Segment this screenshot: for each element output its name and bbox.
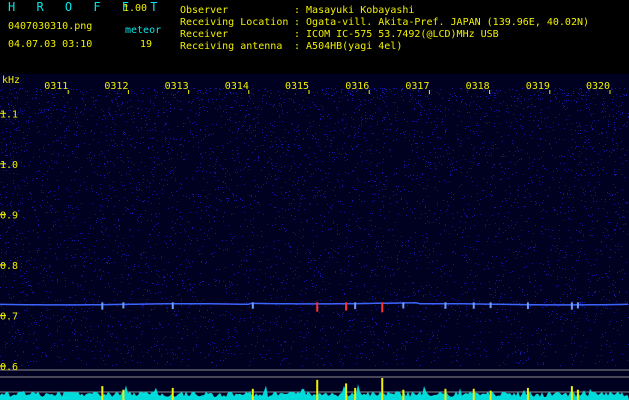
- antenna-label: Receiving antenna: [180, 41, 283, 52]
- meteor-echo: [354, 302, 357, 310]
- antenna-value: : A504HB(yagi 4el): [294, 41, 403, 52]
- meteor-echo: [526, 302, 529, 310]
- freq-tick-label: 0.8: [0, 261, 18, 272]
- meteor-burst: [316, 379, 319, 400]
- time-tick-label: 0317: [405, 81, 429, 92]
- meteor-burst: [251, 388, 254, 400]
- meteor-label: meteor: [125, 25, 162, 36]
- meteor-burst: [122, 389, 125, 400]
- meteor-burst: [444, 388, 447, 400]
- meteor-burst: [171, 387, 174, 400]
- spectrogram-background: [0, 74, 629, 400]
- meteor-echo: [171, 302, 174, 310]
- time-tick-label: 0319: [526, 81, 550, 92]
- header-panel: H R O F F T 1.00 0407030310.png meteor 0…: [0, 0, 629, 74]
- meteor-burst: [354, 387, 357, 400]
- app-version: 1.00: [123, 3, 148, 14]
- meteor-echo: [381, 302, 384, 313]
- freq-tick-label: 0.7: [0, 311, 18, 322]
- time-tick-label: 0316: [345, 81, 369, 92]
- meteor-echo: [402, 302, 405, 309]
- meteor-echo: [316, 302, 319, 312]
- meteor-echo: [251, 302, 254, 309]
- freq-tick-label: 0.9: [0, 210, 18, 221]
- spectrogram: kHz 0311 0312 0313 0314 0315 0316 0317 0318 0319…: [0, 74, 629, 400]
- meteor-echo: [570, 302, 573, 310]
- meteor-burst: [101, 386, 104, 400]
- freq-unit-label: kHz: [2, 75, 20, 86]
- receiver-value: : ICOM IC-575 53.7492(@LCD)MHz USB: [294, 29, 499, 40]
- meteor-burst: [489, 390, 492, 400]
- meteor-burst: [381, 378, 384, 400]
- time-tick-label: 0315: [285, 81, 309, 92]
- meteor-burst: [472, 388, 475, 400]
- freq-tick-label: 1.0: [0, 160, 18, 171]
- time-tick-label: 0312: [104, 81, 128, 92]
- meteor-count: 19: [140, 39, 153, 50]
- observer-label: Observer: [180, 5, 229, 16]
- meteor-burst: [576, 389, 579, 400]
- meteor-burst: [402, 389, 405, 400]
- datetime: 04.07.03 03:10: [8, 39, 93, 50]
- freq-tick-label: 0.6: [0, 362, 18, 373]
- time-tick-label: 0314: [225, 81, 249, 92]
- observer-value: : Masayuki Kobayashi: [294, 5, 415, 16]
- time-tick-label: 0313: [165, 81, 189, 92]
- time-tick-label: 0320: [586, 81, 610, 92]
- meteor-echo: [576, 302, 579, 309]
- meteor-echo: [101, 302, 104, 310]
- location-value: : Ogata-vill. Akita-Pref. JAPAN (139.96E…: [294, 17, 590, 28]
- meteor-echo: [444, 302, 447, 309]
- filename: 0407030310.png: [8, 21, 93, 32]
- meteor-echo: [489, 302, 492, 309]
- time-tick-label: 0311: [44, 81, 68, 92]
- meteor-burst: [345, 383, 348, 400]
- meteor-echo: [122, 302, 125, 309]
- receiver-label: Receiver: [180, 29, 229, 40]
- meteor-burst: [570, 386, 573, 400]
- meteor-echo: [345, 302, 348, 311]
- meteor-burst: [526, 387, 529, 400]
- meteor-echo: [472, 302, 475, 309]
- time-tick-label: 0318: [466, 81, 490, 92]
- location-label: Receiving Location: [180, 17, 289, 28]
- freq-tick-label: 1.1: [0, 109, 18, 120]
